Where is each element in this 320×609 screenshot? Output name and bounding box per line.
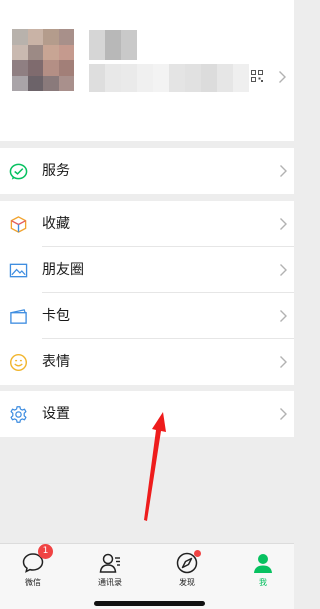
person-icon bbox=[254, 554, 272, 573]
menu-item-settings[interactable]: 设置 bbox=[0, 391, 294, 437]
tab-label: 发现 bbox=[179, 578, 195, 587]
menu-label: 收藏 bbox=[42, 216, 70, 232]
tab-bar: 1 微信 通讯录 发现 我 bbox=[0, 543, 294, 609]
cube-icon bbox=[10, 216, 27, 233]
chevron-right-icon bbox=[279, 71, 286, 83]
chevron-right-icon bbox=[280, 310, 287, 322]
section-services: 服务 bbox=[0, 148, 294, 194]
menu-item-favorites[interactable]: 收藏 bbox=[0, 201, 294, 247]
menu-item-stickers[interactable]: 表情 bbox=[0, 339, 294, 385]
notification-dot bbox=[194, 550, 201, 557]
wallet-icon bbox=[10, 309, 27, 324]
unread-badge: 1 bbox=[38, 544, 53, 559]
avatar bbox=[12, 29, 74, 91]
tab-label: 通讯录 bbox=[98, 578, 122, 587]
section-main: 收藏 朋友圈 卡包 表情 bbox=[0, 201, 294, 385]
chevron-right-icon bbox=[280, 165, 287, 177]
tab-label: 微信 bbox=[25, 578, 41, 587]
profile-header[interactable] bbox=[0, 0, 294, 141]
chevron-right-icon bbox=[280, 264, 287, 276]
tab-label: 我 bbox=[259, 578, 267, 587]
menu-item-cards[interactable]: 卡包 bbox=[0, 293, 294, 339]
menu-label: 朋友圈 bbox=[42, 262, 84, 278]
menu-label: 表情 bbox=[42, 354, 70, 370]
menu-label: 卡包 bbox=[42, 308, 70, 324]
menu-label: 设置 bbox=[42, 406, 70, 422]
menu-item-moments[interactable]: 朋友圈 bbox=[0, 247, 294, 293]
gear-icon bbox=[10, 406, 27, 423]
menu-label: 服务 bbox=[42, 163, 70, 179]
tab-contacts[interactable]: 通讯录 bbox=[80, 544, 140, 594]
tab-me[interactable]: 我 bbox=[233, 544, 293, 594]
contacts-icon bbox=[99, 553, 120, 573]
tab-discover[interactable]: 发现 bbox=[157, 544, 217, 594]
qr-code-icon[interactable] bbox=[251, 70, 263, 82]
section-settings: 设置 bbox=[0, 391, 294, 437]
menu-item-services[interactable]: 服务 bbox=[0, 148, 294, 194]
wechat-pay-icon bbox=[9, 163, 28, 180]
wechat-id-blurred bbox=[89, 64, 249, 92]
chevron-right-icon bbox=[280, 218, 287, 230]
nickname-blurred bbox=[89, 30, 137, 60]
smiley-icon bbox=[9, 353, 28, 372]
photo-icon bbox=[9, 263, 28, 278]
chevron-right-icon bbox=[280, 356, 287, 368]
chevron-right-icon bbox=[280, 408, 287, 420]
tab-chats[interactable]: 1 微信 bbox=[3, 544, 63, 594]
home-indicator bbox=[94, 601, 205, 606]
